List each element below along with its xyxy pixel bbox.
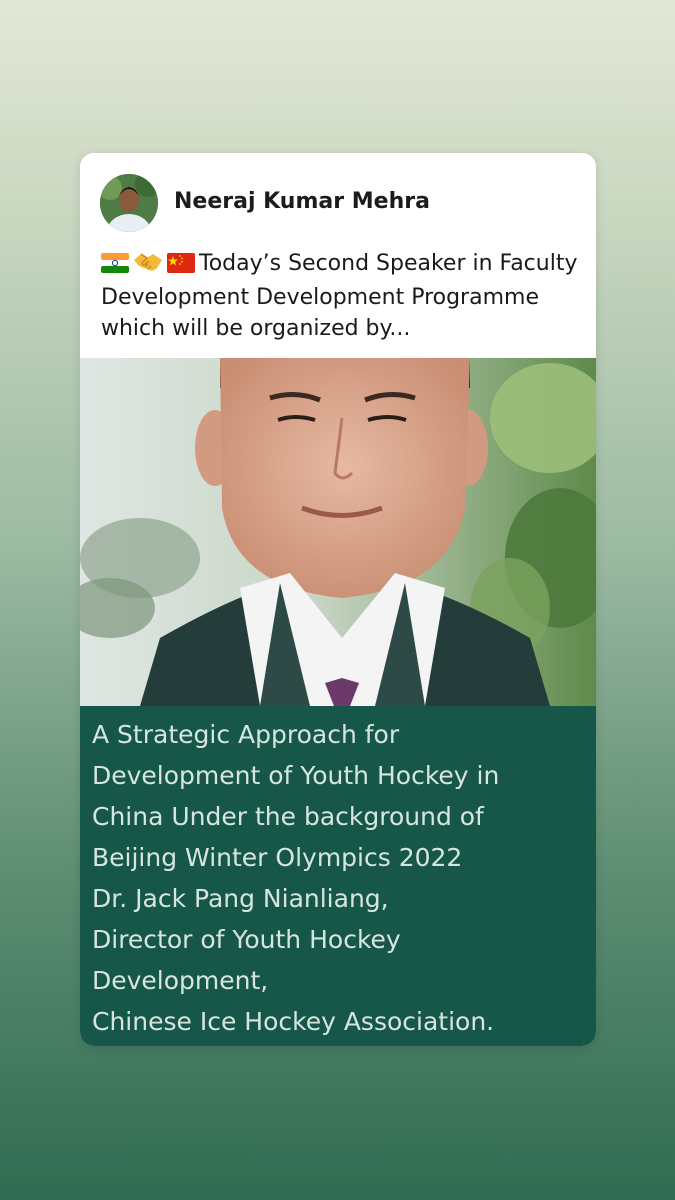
caption-line: Director of Youth Hockey	[92, 925, 401, 954]
caption-line: Beijing Winter Olympics 2022	[92, 843, 463, 872]
speaker-photo[interactable]	[80, 358, 596, 706]
caption-text: A Strategic Approach for Development of …	[92, 714, 592, 1042]
handshake-icon	[133, 251, 163, 282]
post-card[interactable]: Neeraj Kumar Mehra Today’s Second Speake…	[80, 153, 596, 1046]
china-flag-icon	[167, 251, 195, 282]
author-name[interactable]: Neeraj Kumar Mehra	[174, 189, 430, 214]
caption-line: Development of Youth Hockey in	[92, 761, 500, 790]
caption-line: Development,	[92, 966, 269, 995]
avatar[interactable]	[100, 174, 158, 232]
caption-line: Chinese Ice Hockey Association.	[92, 1007, 495, 1036]
india-flag-icon	[101, 251, 129, 282]
caption-line: China Under the background of	[92, 802, 484, 831]
post-text-container: Today’s Second Speaker in Faculty Develo…	[101, 248, 581, 344]
caption-line: A Strategic Approach for	[92, 720, 400, 749]
caption-line: Dr. Jack Pang Nianliang,	[92, 884, 389, 913]
post-header: Neeraj Kumar Mehra Today’s Second Speake…	[80, 153, 596, 358]
image-caption: A Strategic Approach for Development of …	[80, 706, 596, 1046]
